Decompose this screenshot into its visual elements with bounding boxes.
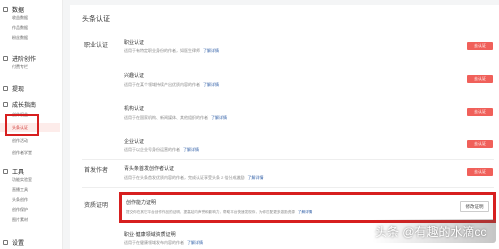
sidebar-group-label: 进阶创作	[12, 57, 37, 63]
cert-name: 职业·健康领域资质证明	[124, 232, 176, 238]
cert-desc: 适用于在头条首发优质内容的作者，完成认证享受头条 2 倍分成激励 了解详情	[124, 175, 264, 180]
cert-name: 机构认证	[124, 106, 145, 112]
sidebar-group-data[interactable]: 数据	[3, 5, 24, 14]
cert-desc: 适用于有特定职业身份的作者，如医生律师 了解详情	[124, 48, 219, 53]
sidebar: 数据 收益数据 作品数据 粉丝数据 进阶创作 付费专栏 提现 成长指南 创作权益…	[0, 0, 63, 249]
sidebar-item-toutiao-create[interactable]: 头条创作	[12, 197, 28, 203]
sidebar-group-label: 提现	[12, 87, 25, 93]
watermark: 头条 @有趣的水滴cc	[375, 222, 487, 240]
cert-desc: 适用于在某个领域持续产出优质内容的作者 了解详情	[124, 82, 219, 87]
section-divider	[82, 159, 494, 160]
learn-more-link[interactable]: 了解详情	[183, 147, 199, 152]
section-label-first-publish: 首发作者	[84, 168, 109, 174]
sidebar-item-image-assets[interactable]: 图片素材	[12, 217, 28, 223]
wallet-icon	[3, 86, 8, 91]
learn-more-link[interactable]: 了解详情	[203, 48, 219, 53]
tools-icon	[3, 169, 8, 174]
gear-icon	[3, 240, 8, 245]
learn-more-link[interactable]: 了解详情	[187, 240, 203, 245]
advanced-icon	[3, 56, 8, 61]
cert-desc: 适用于以企业号身份运营的作者 了解详情	[124, 147, 199, 152]
section-label-professional: 职业认证	[84, 43, 109, 49]
sidebar-group-tools[interactable]: 工具	[3, 167, 24, 176]
cert-desc: 适用于在国家机构、新闻媒体、其他组织的作者 了解详情	[124, 115, 227, 120]
highlight-box-sidebar	[5, 114, 39, 136]
apply-button[interactable]: 去认证	[467, 140, 493, 148]
cert-name: 企业认证	[124, 139, 145, 145]
section-label-qualification: 资质证明	[84, 203, 109, 209]
sidebar-item-content-data[interactable]: 作品数据	[12, 25, 28, 31]
apply-button[interactable]: 去认证	[467, 108, 493, 116]
apply-button[interactable]: 去认证	[467, 42, 493, 50]
sidebar-item-creator-school[interactable]: 创作者学堂	[12, 150, 32, 156]
sidebar-group-growth[interactable]: 成长指南	[3, 100, 36, 109]
data-icon	[3, 7, 8, 12]
sidebar-group-label: 工具	[12, 170, 25, 176]
sidebar-item-fan-data[interactable]: 粉丝数据	[12, 35, 28, 41]
sidebar-item-protection[interactable]: 创作保护	[12, 207, 28, 213]
sidebar-group-settings[interactable]: 设置	[3, 238, 24, 247]
growth-icon	[3, 102, 8, 107]
section-divider	[82, 187, 494, 188]
sidebar-item-revenue-data[interactable]: 收益数据	[12, 15, 28, 21]
learn-more-link[interactable]: 了解详情	[203, 82, 219, 87]
cert-name: 兴趣认证	[124, 73, 145, 79]
watermark-text: 头条 @有趣的水滴cc	[375, 224, 487, 239]
sidebar-item-live-tools[interactable]: 直播工具	[12, 187, 28, 193]
sidebar-group-label: 数据	[12, 8, 25, 14]
sidebar-item-paid-column[interactable]: 付费专栏	[12, 64, 28, 70]
sidebar-group-label: 成长指南	[12, 103, 37, 109]
cert-name: 职业认证	[124, 40, 145, 46]
sidebar-group-advanced[interactable]: 进阶创作	[3, 54, 36, 63]
cert-name: 青头条首发创作者认证	[124, 166, 175, 172]
sidebar-group-label: 设置	[12, 241, 25, 247]
page-title: 头条认证	[82, 16, 110, 23]
apply-button[interactable]: 去认证	[467, 75, 493, 83]
apply-button[interactable]: 去认证	[467, 168, 493, 176]
sidebar-item-lab[interactable]: 功能实验室	[12, 177, 32, 183]
learn-more-link[interactable]: 了解详情	[211, 115, 227, 120]
main-panel: 头条认证 职业认证 职业认证 适用于有特定职业身份的作者，如医生律师 了解详情 去…	[70, 5, 499, 249]
sidebar-item-activities[interactable]: 创作活动	[12, 138, 28, 144]
learn-more-link[interactable]: 了解详情	[247, 175, 263, 180]
cert-desc: 适用于在健康领域发布内容的作者 了解详情	[124, 240, 203, 245]
sidebar-group-withdraw[interactable]: 提现	[3, 84, 24, 93]
